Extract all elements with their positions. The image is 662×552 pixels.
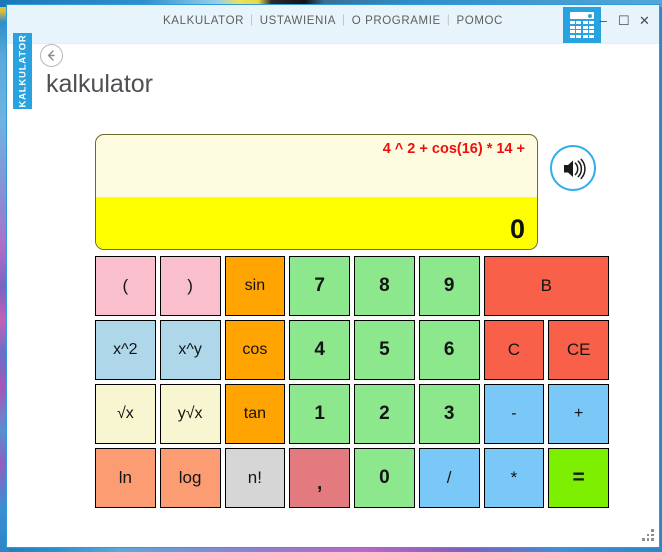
menu-item-ustawienia[interactable]: USTAWIENIA bbox=[254, 15, 342, 27]
key-5-label: 5 bbox=[379, 339, 390, 360]
key-6-label: 6 bbox=[443, 339, 455, 360]
key-sin[interactable]: sin bbox=[224, 256, 286, 316]
key-decimal-comma[interactable]: , bbox=[289, 448, 350, 508]
expression-text: 4 ^ 2 + cos(16) * 14 + bbox=[382, 141, 525, 157]
key-divide-label: / bbox=[446, 468, 452, 487]
key-2[interactable]: 2 bbox=[354, 384, 415, 444]
key-log-label: log bbox=[178, 468, 202, 487]
minimize-button[interactable]: – bbox=[595, 13, 612, 28]
calculator-icon-keys bbox=[570, 21, 594, 38]
sidebar-tab-kalkulator[interactable]: KALKULATOR bbox=[13, 33, 32, 109]
key-factorial-label: n! bbox=[247, 468, 262, 487]
key-tan-label: tan bbox=[243, 405, 266, 422]
key-clear-label: C bbox=[507, 340, 521, 359]
main-menu: KALKULATOR | USTAWIENIA | O PROGRAMIE | POMOC bbox=[7, 12, 659, 27]
key-cos[interactable]: cos bbox=[224, 320, 286, 380]
key-x-squared[interactable]: x^2 bbox=[95, 320, 156, 380]
key-9-label: 9 bbox=[443, 275, 455, 296]
key-8-label: 8 bbox=[379, 275, 390, 296]
key-x-squared-label: x^2 bbox=[113, 341, 138, 358]
title-bar: KALKULATOR | USTAWIENIA | O PROGRAMIE | POMOC … bbox=[7, 5, 659, 44]
key-backspace[interactable]: B bbox=[483, 256, 609, 316]
key-minus-label: - bbox=[511, 405, 517, 422]
key-close-paren-label: ) bbox=[187, 276, 193, 295]
key-2-label: 2 bbox=[379, 403, 390, 424]
calculator-icon-screen bbox=[570, 12, 594, 19]
key-nth-root-label: y√x bbox=[177, 405, 203, 422]
key-9[interactable]: 9 bbox=[418, 256, 480, 316]
key-open-paren-label: ( bbox=[122, 276, 129, 295]
key-divide[interactable]: / bbox=[418, 448, 480, 508]
key-open-paren[interactable]: ( bbox=[95, 256, 156, 316]
key-4-label: 4 bbox=[314, 339, 325, 360]
speaker-icon[interactable] bbox=[550, 145, 596, 191]
key-log[interactable]: log bbox=[159, 448, 221, 508]
key-3[interactable]: 3 bbox=[418, 384, 480, 444]
key-7-label: 7 bbox=[314, 275, 325, 296]
key-ln[interactable]: ln bbox=[95, 448, 156, 508]
page-header: kalkulator bbox=[7, 44, 659, 112]
key-sqrt-label: √x bbox=[116, 405, 134, 422]
key-equals-label: = bbox=[572, 466, 585, 489]
calculator-icon-body bbox=[570, 12, 594, 38]
key-3-label: 3 bbox=[443, 403, 455, 424]
resize-grip[interactable] bbox=[642, 529, 655, 542]
menu-separator: | bbox=[342, 12, 346, 26]
key-multiply[interactable]: * bbox=[483, 448, 545, 508]
menu-item-pomoc[interactable]: POMOC bbox=[451, 15, 509, 27]
window-controls: – ☐ ✕ bbox=[595, 13, 653, 29]
key-8[interactable]: 8 bbox=[354, 256, 415, 316]
key-sin-label: sin bbox=[244, 277, 266, 294]
key-nth-root[interactable]: y√x bbox=[159, 384, 221, 444]
calculator-keypad: () sin 7 8 9 Bx^2 x^y cos 4 5 6 C CE √x y√x tan 1 2 3 - + ln l… bbox=[95, 256, 609, 508]
key-cos-label: cos bbox=[242, 341, 268, 358]
calculator-display: 4 ^ 2 + cos(16) * 14 + 0 bbox=[95, 134, 538, 250]
key-decimal-comma-label: , bbox=[316, 473, 323, 494]
close-button[interactable]: ✕ bbox=[636, 13, 653, 29]
key-clear-entry[interactable]: CE bbox=[548, 320, 609, 380]
key-clear[interactable]: C bbox=[483, 320, 545, 380]
speaker-glyph bbox=[564, 158, 586, 180]
maximize-button[interactable]: ☐ bbox=[615, 13, 632, 29]
key-6[interactable]: 6 bbox=[418, 320, 480, 380]
calculator-icon-screen-dot bbox=[588, 13, 592, 18]
key-1-label: 1 bbox=[314, 403, 325, 424]
key-x-power-y[interactable]: x^y bbox=[159, 320, 221, 380]
key-multiply-label: * bbox=[510, 468, 518, 487]
menu-item-o-programie[interactable]: O PROGRAMIE bbox=[346, 15, 447, 27]
menu-separator: | bbox=[250, 12, 254, 26]
key-close-paren[interactable]: ) bbox=[159, 256, 221, 316]
key-plus[interactable]: + bbox=[548, 384, 609, 444]
key-tan[interactable]: tan bbox=[224, 384, 286, 444]
page-title: kalkulator bbox=[46, 70, 153, 98]
result-value: 0 bbox=[509, 214, 525, 244]
key-ln-label: ln bbox=[118, 468, 132, 487]
key-7[interactable]: 7 bbox=[289, 256, 350, 316]
key-0[interactable]: 0 bbox=[354, 448, 415, 508]
key-5[interactable]: 5 bbox=[354, 320, 415, 380]
key-backspace-label: B bbox=[540, 276, 552, 295]
menu-item-kalkulator[interactable]: KALKULATOR bbox=[157, 15, 250, 27]
key-factorial[interactable]: n! bbox=[224, 448, 286, 508]
back-arrow-icon[interactable] bbox=[40, 44, 63, 67]
calculator-window: KALKULATOR | USTAWIENIA | O PROGRAMIE | POMOC … bbox=[6, 4, 660, 548]
sidebar-tab-label: KALKULATOR bbox=[17, 34, 28, 108]
key-1[interactable]: 1 bbox=[289, 384, 350, 444]
key-plus-label: + bbox=[573, 405, 584, 422]
result-band: 0 bbox=[96, 197, 537, 249]
key-minus[interactable]: - bbox=[483, 384, 545, 444]
menu-separator: | bbox=[446, 12, 451, 26]
back-arrow-glyph bbox=[47, 49, 55, 61]
key-4[interactable]: 4 bbox=[289, 320, 350, 380]
key-sqrt[interactable]: √x bbox=[95, 384, 156, 444]
key-equals[interactable]: = bbox=[548, 448, 609, 508]
key-clear-entry-label: CE bbox=[566, 340, 591, 359]
key-x-power-y-label: x^y bbox=[178, 341, 202, 358]
key-0-label: 0 bbox=[379, 467, 390, 488]
